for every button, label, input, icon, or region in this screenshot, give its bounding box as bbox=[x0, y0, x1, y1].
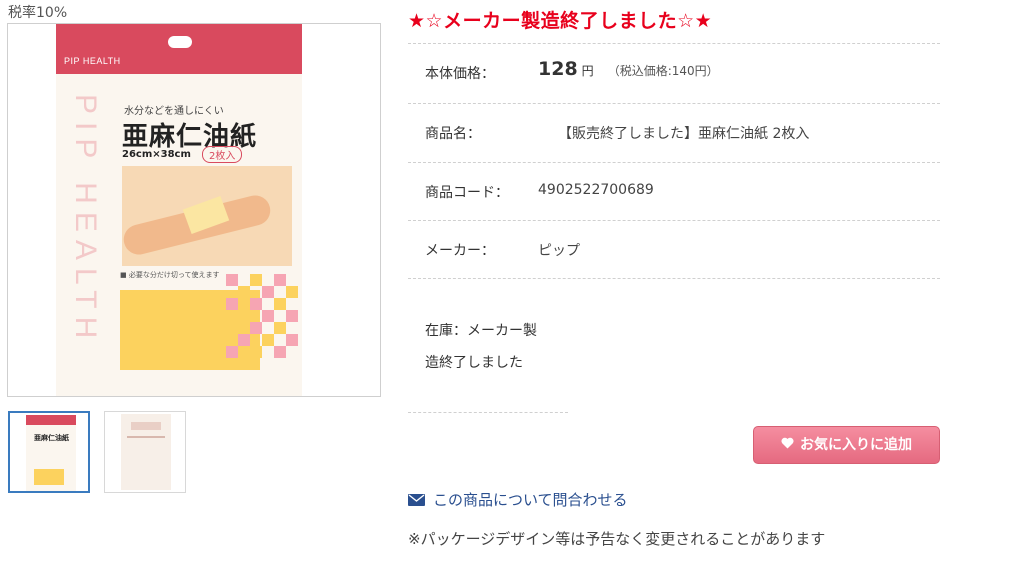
product-main-image[interactable]: PIP HEALTH PIP HEALTH 水分などを通しにくい 亜麻仁油紙 2… bbox=[7, 23, 381, 397]
thumbnail-back-image bbox=[121, 414, 171, 490]
package-subtitle: 水分などを通しにくい bbox=[124, 106, 224, 117]
product-name-value: 【販売終了しました】亜麻仁油紙 2枚入 bbox=[558, 126, 810, 142]
add-to-favorites-label: お気に入りに追加 bbox=[800, 437, 912, 453]
thumbnail-yellow-block bbox=[34, 469, 64, 485]
price-row: 本体価格： 128 円 （税込価格:140円） bbox=[408, 43, 940, 101]
stock-status: 在庫：メーカー製造終了しました bbox=[425, 323, 537, 371]
price-tax-included: （税込価格:140円） bbox=[607, 64, 719, 78]
hang-hole bbox=[168, 36, 192, 48]
price-unit: 円 bbox=[581, 64, 594, 78]
package-size: 26cm×38cm bbox=[122, 149, 191, 160]
package-checker-pattern bbox=[226, 274, 302, 374]
product-inquiry-link[interactable]: この商品について問合わせる bbox=[408, 489, 628, 510]
tax-rate-label: 税率10% bbox=[8, 5, 68, 21]
thumbnail-front-image: 亜麻仁油紙 bbox=[26, 415, 76, 491]
price-label: 本体価格： bbox=[425, 66, 495, 82]
mail-icon bbox=[408, 492, 425, 510]
add-to-favorites-button[interactable]: お気に入りに追加 bbox=[753, 426, 940, 464]
package-header: PIP HEALTH bbox=[56, 24, 302, 74]
product-code-label: 商品コード： bbox=[425, 185, 509, 201]
product-inquiry-label: この商品について問合わせる bbox=[433, 491, 628, 509]
heart-icon bbox=[781, 427, 794, 463]
price-value-group: 128 円 （税込価格:140円） bbox=[538, 58, 719, 80]
product-thumbnail-front[interactable]: 亜麻仁油紙 bbox=[8, 411, 90, 493]
maker-row: メーカー： ピップ bbox=[408, 220, 940, 278]
product-name-row: 商品名： 【販売終了しました】亜麻仁油紙 2枚入 bbox=[408, 103, 940, 161]
thumbnail-back-title-block bbox=[131, 422, 161, 430]
product-code-value: 4902522700689 bbox=[538, 182, 654, 198]
package-brand: PIP HEALTH bbox=[64, 56, 121, 66]
price-amount: 128 bbox=[538, 58, 578, 80]
thumbnail-header bbox=[26, 415, 76, 425]
thumbnail-back-line bbox=[127, 436, 165, 438]
package-design-notice: ※パッケージデザイン等は予告なく変更されることがあります bbox=[408, 530, 826, 548]
thumbnail-title: 亜麻仁油紙 bbox=[34, 434, 69, 442]
package-note: ■ 必要な分だけ切って使えます bbox=[120, 271, 220, 279]
product-name-label: 商品名： bbox=[425, 126, 481, 142]
product-code-row: 商品コード： 4902522700689 bbox=[408, 162, 940, 220]
package-count-badge: 2枚入 bbox=[202, 146, 243, 163]
package-arm-photo bbox=[120, 166, 292, 266]
discontinued-headline: ★☆メーカー製造終了しました☆★ bbox=[408, 10, 713, 32]
maker-value: ピップ bbox=[538, 243, 580, 259]
package-vertical-brand: PIP HEALTH bbox=[69, 94, 102, 347]
product-package-illustration: PIP HEALTH PIP HEALTH 水分などを通しにくい 亜麻仁油紙 2… bbox=[56, 24, 302, 396]
stock-row: 在庫：メーカー製造終了しました bbox=[408, 278, 940, 371]
product-thumbnail-back[interactable] bbox=[104, 411, 186, 493]
maker-label: メーカー： bbox=[425, 243, 495, 259]
stock-divider bbox=[408, 412, 568, 413]
